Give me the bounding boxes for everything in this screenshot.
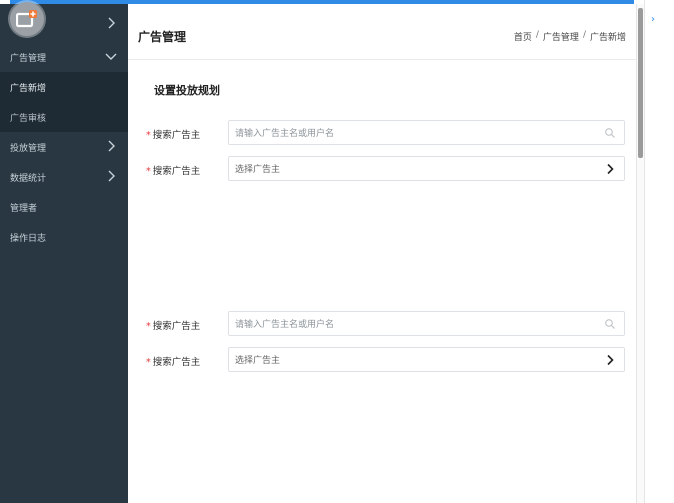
breadcrumb-ad-management[interactable]: 广告管理: [543, 30, 579, 43]
sidebar: 广告管理 广告新增 广告审核 投放管理 数据统计 管理者 操作日志: [0, 4, 128, 503]
breadcrumb-current: 广告新增: [589, 33, 626, 43]
right-pane: ›: [644, 0, 674, 503]
breadcrumb-separator: /: [535, 30, 539, 40]
sidebar-submenu: 广告新增 广告审核: [0, 72, 128, 132]
advertiser-search-input[interactable]: 请输入广告主名或用户名: [228, 311, 625, 336]
sidebar-item-label: 广告审核: [10, 113, 47, 124]
sidebar-item-ad-new[interactable]: 广告新增: [0, 72, 128, 102]
sidebar-item-statistics[interactable]: 数据统计: [0, 162, 128, 192]
required-marker: *: [146, 166, 151, 177]
sidebar-item-label: 投放管理: [10, 143, 47, 154]
chevron-right-icon: [104, 139, 118, 153]
form-label: * 搜索广告主: [146, 130, 201, 141]
search-icon[interactable]: [604, 318, 616, 330]
advertiser-search-input[interactable]: 请输入广告主名或用户名: [228, 120, 625, 145]
main-content: 广告管理 首页 / 广告管理 / 广告新增 设置投放规划 * 搜索广告主 请输入广…: [128, 4, 636, 503]
form-label: * 搜索广告主: [146, 166, 201, 177]
required-marker: *: [146, 321, 151, 332]
search-icon[interactable]: [604, 127, 616, 139]
select-placeholder: 选择广告主: [235, 165, 281, 175]
input-placeholder: 请输入广告主名或用户名: [235, 129, 335, 139]
required-marker: *: [146, 130, 151, 141]
app-logo-icon[interactable]: [10, 2, 44, 36]
advertiser-select[interactable]: 选择广告主: [228, 156, 625, 181]
page-header: 广告管理 首页 / 广告管理 / 广告新增: [128, 4, 636, 60]
sidebar-item-operation-log[interactable]: 操作日志: [0, 222, 128, 252]
sidebar-item-label: 广告新增: [10, 83, 47, 94]
input-placeholder: 请输入广告主名或用户名: [235, 320, 335, 330]
chevron-right-icon[interactable]: [604, 163, 616, 175]
breadcrumb-home[interactable]: 首页: [514, 30, 532, 43]
sidebar-item-label: 管理者: [10, 203, 38, 214]
chevron-right-icon[interactable]: [604, 354, 616, 366]
sidebar-item-delivery[interactable]: 投放管理: [0, 132, 128, 162]
chevron-right-icon[interactable]: ›: [651, 14, 655, 25]
advertiser-select[interactable]: 选择广告主: [228, 347, 625, 372]
sidebar-item-ad-management[interactable]: 广告管理: [0, 42, 128, 72]
form-row-advertiser-select: * 搜索广告主 选择广告主: [146, 156, 626, 182]
required-marker: *: [146, 357, 151, 368]
breadcrumb-separator: /: [582, 30, 586, 40]
select-placeholder: 选择广告主: [235, 356, 281, 366]
form-label: * 搜索广告主: [146, 321, 201, 332]
sidebar-item-admins[interactable]: 管理者: [0, 192, 128, 222]
sidebar-item-label: 广告管理: [10, 53, 47, 64]
vertical-scrollbar[interactable]: [636, 4, 644, 503]
page-title: 广告管理: [138, 30, 187, 44]
form-row-advertiser-select: * 搜索广告主 选择广告主: [146, 347, 626, 373]
scrollbar-thumb[interactable]: [638, 8, 643, 158]
sidebar-item-ad-review[interactable]: 广告审核: [0, 102, 128, 132]
form-label: * 搜索广告主: [146, 357, 201, 368]
chevron-right-icon: [104, 169, 118, 183]
form-row-advertiser-search: * 搜索广告主 请输入广告主名或用户名: [146, 311, 626, 337]
sidebar-item-label: 操作日志: [10, 233, 47, 244]
sidebar-item-label: 数据统计: [10, 173, 47, 184]
breadcrumb: 首页 / 广告管理 / 广告新增: [514, 30, 626, 43]
chevron-right-icon: [104, 16, 118, 30]
form-row-advertiser-search: * 搜索广告主 请输入广告主名或用户名: [146, 120, 626, 146]
section-title: 设置投放规划: [154, 84, 220, 97]
chevron-down-icon: [104, 49, 118, 63]
